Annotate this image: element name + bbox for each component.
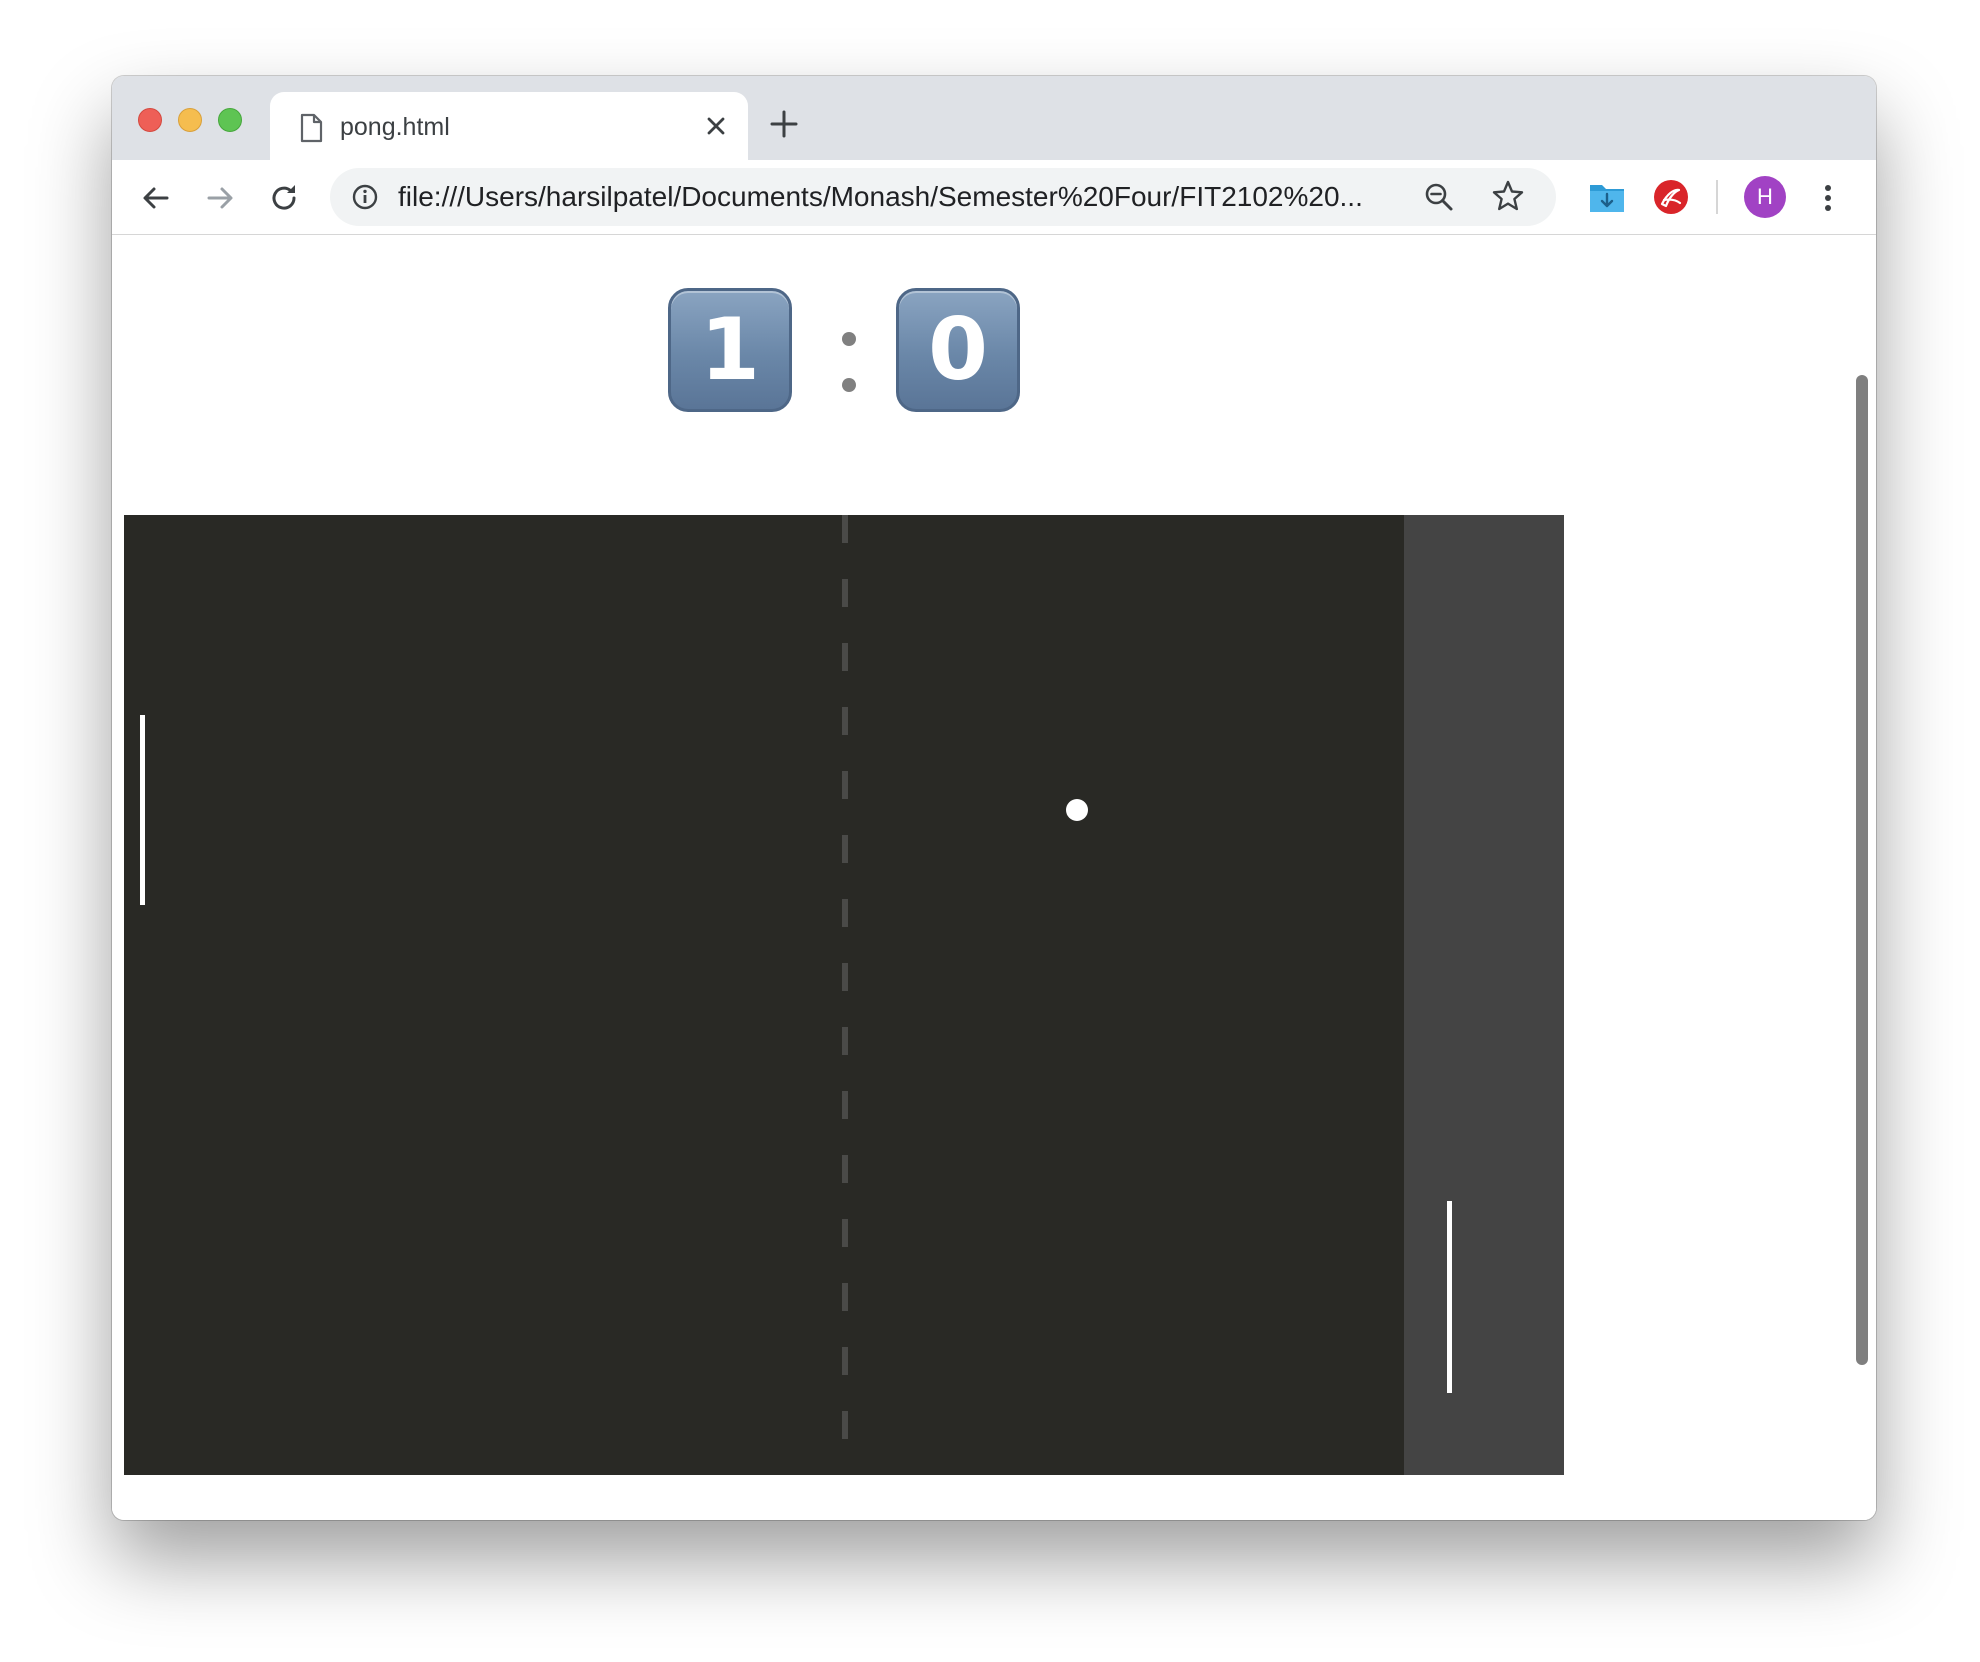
player-score: 1 bbox=[668, 288, 792, 412]
net-dash bbox=[842, 1411, 848, 1439]
pong-canvas[interactable] bbox=[124, 515, 1564, 1475]
downloads-folder-extension-icon[interactable] bbox=[1588, 180, 1626, 214]
net-dash bbox=[842, 899, 848, 927]
address-bar[interactable]: file:///Users/harsilpatel/Documents/Mona… bbox=[330, 168, 1556, 226]
url-text[interactable]: file:///Users/harsilpatel/Documents/Mona… bbox=[398, 180, 1363, 214]
close-window-button[interactable] bbox=[138, 108, 162, 132]
zoom-out-icon[interactable] bbox=[1422, 180, 1456, 214]
scrollbar-thumb[interactable] bbox=[1856, 375, 1868, 1365]
left-paddle bbox=[140, 715, 145, 905]
center-net bbox=[842, 515, 848, 1439]
net-dash bbox=[842, 1347, 848, 1375]
net-dash bbox=[842, 515, 848, 543]
scrollbar-track[interactable] bbox=[1846, 235, 1876, 1520]
ball bbox=[1066, 799, 1088, 821]
more-menu-icon[interactable] bbox=[1818, 178, 1838, 218]
close-tab-icon[interactable] bbox=[700, 110, 732, 142]
net-dash bbox=[842, 1219, 848, 1247]
net-dash bbox=[842, 579, 848, 607]
page-viewport: 1 0 bbox=[112, 235, 1876, 1520]
net-dash bbox=[842, 1091, 848, 1119]
toolbar-divider bbox=[1716, 180, 1718, 214]
net-dash bbox=[842, 771, 848, 799]
cpu-zone bbox=[1404, 515, 1564, 1475]
net-dash bbox=[842, 1155, 848, 1183]
info-icon[interactable] bbox=[350, 182, 380, 212]
toolbar: file:///Users/harsilpatel/Documents/Mona… bbox=[112, 160, 1876, 235]
tab-title: pong.html bbox=[340, 113, 450, 141]
scoreboard: 1 0 bbox=[668, 288, 1048, 418]
net-dash bbox=[842, 1283, 848, 1311]
zoom-window-button[interactable] bbox=[218, 108, 242, 132]
browser-window: pong.html file:///Users/harsilpatel/Docu… bbox=[112, 76, 1876, 1520]
minimize-window-button[interactable] bbox=[178, 108, 202, 132]
tab-pong[interactable]: pong.html bbox=[270, 92, 748, 160]
net-dash bbox=[842, 963, 848, 991]
back-arrow-icon[interactable] bbox=[136, 178, 176, 218]
net-dash bbox=[842, 835, 848, 863]
opponent-score: 0 bbox=[896, 288, 1020, 412]
right-paddle bbox=[1447, 1201, 1452, 1393]
separator-dot-top bbox=[842, 332, 856, 346]
new-tab-icon[interactable] bbox=[766, 106, 802, 142]
bookmark-star-icon[interactable] bbox=[1490, 178, 1526, 214]
court bbox=[124, 515, 1404, 1475]
reload-icon[interactable] bbox=[264, 178, 304, 218]
forward-arrow-icon[interactable] bbox=[200, 178, 240, 218]
net-dash bbox=[842, 1027, 848, 1055]
profile-avatar[interactable]: H bbox=[1744, 176, 1786, 218]
adobe-acrobat-extension-icon[interactable] bbox=[1652, 178, 1690, 216]
document-icon bbox=[300, 113, 323, 143]
net-dash bbox=[842, 707, 848, 735]
tab-strip: pong.html bbox=[112, 76, 1876, 160]
net-dash bbox=[842, 643, 848, 671]
separator-dot-bottom bbox=[842, 378, 856, 392]
score-separator bbox=[830, 306, 870, 396]
